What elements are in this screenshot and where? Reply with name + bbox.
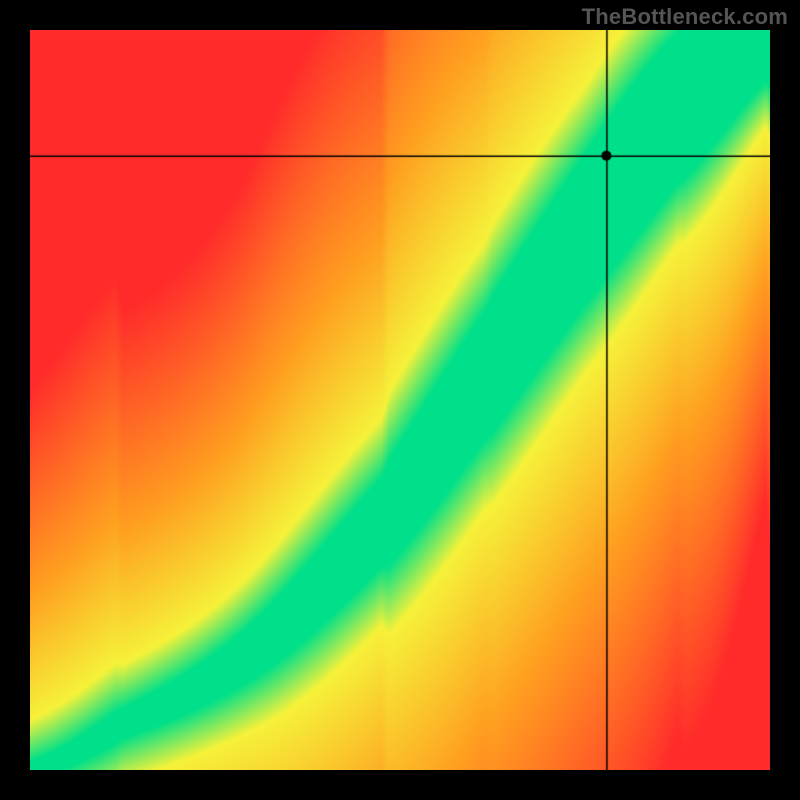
bottleneck-heatmap [30,30,770,770]
chart-frame: TheBottleneck.com [0,0,800,800]
watermark-text: TheBottleneck.com [582,4,788,30]
